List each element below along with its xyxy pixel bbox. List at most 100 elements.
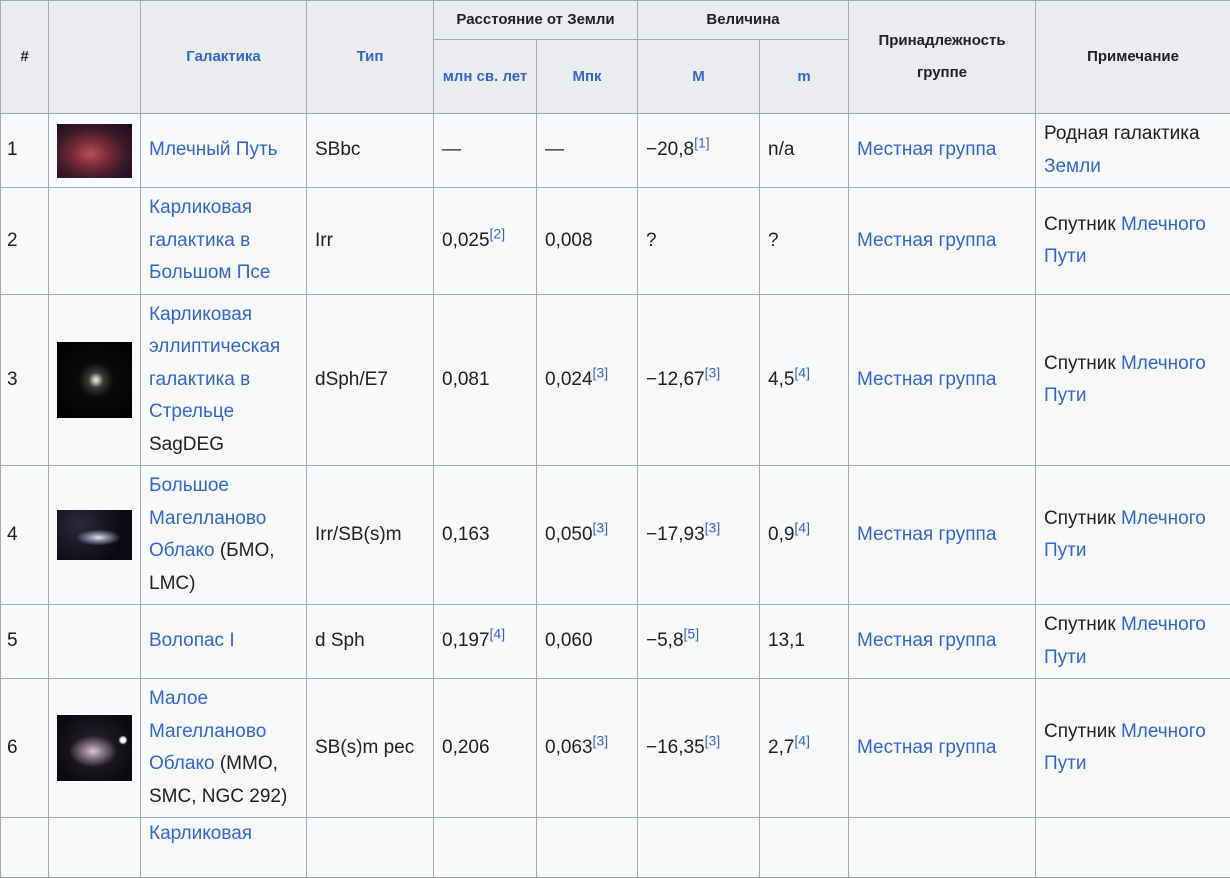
reference-link[interactable]: [4]: [490, 626, 506, 642]
reference-link[interactable]: [3]: [593, 519, 609, 535]
type-cell: d Sph: [307, 605, 434, 679]
note-cell: Родная галактика Земли: [1036, 114, 1230, 188]
row-image-cell: [49, 295, 141, 466]
row-image-cell: [49, 679, 141, 818]
mly-cell: 0,197[4]: [434, 605, 537, 679]
group-cell: Местная группа: [849, 114, 1036, 188]
row-number: 1: [1, 114, 49, 188]
reference-link[interactable]: [3]: [705, 732, 721, 748]
galaxies-table: # Галактика Тип Расстояние от Земли Вели…: [0, 0, 1230, 878]
galaxy-cell: Карликовая эллиптическая галактика в Стр…: [141, 295, 307, 466]
type-cell: SBbc: [307, 114, 434, 188]
reference-link[interactable]: [2]: [490, 225, 506, 241]
galaxy-link[interactable]: Волопас I: [149, 630, 235, 651]
galaxy-cell: Млечный Путь: [141, 114, 307, 188]
app-magnitude-cell: 4,5[4]: [760, 295, 849, 466]
lmc-thumbnail[interactable]: [57, 510, 132, 560]
table-row: 4 Большое Магелланово Облако (БМО, LMC) …: [1, 466, 1230, 605]
header-mpc[interactable]: Мпк: [537, 40, 638, 114]
type-cell: dSph/E7: [307, 295, 434, 466]
group-link[interactable]: Местная группа: [857, 139, 996, 160]
galaxy-cell: Карликовая галактика в Большом Псе: [141, 188, 307, 295]
type-cell: [307, 818, 434, 878]
header-abs-magnitude[interactable]: M: [638, 40, 760, 114]
table-row: 1 Млечный Путь SBbc — — −20,8[1] n/a Мес…: [1, 114, 1230, 188]
sagdeg-thumbnail[interactable]: [57, 342, 132, 418]
reference-link[interactable]: [3]: [705, 364, 721, 380]
app-magnitude-cell: n/a: [760, 114, 849, 188]
galaxy-link[interactable]: Карликовая: [149, 823, 252, 844]
group-cell: Местная группа: [849, 466, 1036, 605]
app-magnitude-cell: 2,7[4]: [760, 679, 849, 818]
galaxy-cell: Волопас I: [141, 605, 307, 679]
row-image-cell: [49, 466, 141, 605]
header-number: #: [1, 1, 49, 114]
reference-link[interactable]: [3]: [593, 732, 609, 748]
galaxy-link[interactable]: Карликовая галактика в Большом Псе: [149, 197, 270, 283]
row-number: 3: [1, 295, 49, 466]
table-row: 6 Малое Магелланово Облако (ММО, SMC, NG…: [1, 679, 1230, 818]
abs-magnitude-cell: −20,8[1]: [638, 114, 760, 188]
row-image-cell: [49, 605, 141, 679]
mpc-cell: 0,063[3]: [537, 679, 638, 818]
milky-way-thumbnail[interactable]: [57, 124, 132, 178]
row-number: 5: [1, 605, 49, 679]
table-row: 2 Карликовая галактика в Большом Псе Irr…: [1, 188, 1230, 295]
header-image: [49, 1, 141, 114]
group-link[interactable]: Местная группа: [857, 524, 996, 545]
group-cell: Местная группа: [849, 188, 1036, 295]
abs-magnitude-cell: −12,67[3]: [638, 295, 760, 466]
table-row: Карликовая: [1, 818, 1230, 878]
header-note: Примечание: [1036, 1, 1230, 114]
reference-link[interactable]: [4]: [794, 364, 810, 380]
app-magnitude-cell: [760, 818, 849, 878]
header-distance: Расстояние от Земли: [434, 1, 638, 40]
mpc-cell: 0,024[3]: [537, 295, 638, 466]
reference-link[interactable]: [4]: [794, 732, 810, 748]
group-link[interactable]: Местная группа: [857, 737, 996, 758]
header-mly[interactable]: млн св. лет: [434, 40, 537, 114]
group-link[interactable]: Местная группа: [857, 230, 996, 251]
app-magnitude-cell: 13,1: [760, 605, 849, 679]
mpc-cell: 0,060: [537, 605, 638, 679]
mpc-cell: —: [537, 114, 638, 188]
reference-link[interactable]: [5]: [684, 626, 700, 642]
note-link[interactable]: Земли: [1044, 156, 1101, 177]
abs-magnitude-cell: −17,93[3]: [638, 466, 760, 605]
galaxy-link[interactable]: Млечный Путь: [149, 139, 278, 160]
abs-magnitude-cell: ?: [638, 188, 760, 295]
app-magnitude-cell: 0,9[4]: [760, 466, 849, 605]
galaxy-cell: Малое Магелланово Облако (ММО, SMC, NGC …: [141, 679, 307, 818]
group-cell: [849, 818, 1036, 878]
row-image-cell: [49, 114, 141, 188]
mly-cell: —: [434, 114, 537, 188]
table-row: 3 Карликовая эллиптическая галактика в С…: [1, 295, 1230, 466]
group-cell: Местная группа: [849, 679, 1036, 818]
header-type[interactable]: Тип: [307, 1, 434, 114]
note-cell: Спутник Млечного Пути: [1036, 466, 1230, 605]
abs-magnitude-cell: [638, 818, 760, 878]
group-link[interactable]: Местная группа: [857, 630, 996, 651]
group-cell: Местная группа: [849, 605, 1036, 679]
type-cell: Irr: [307, 188, 434, 295]
header-magnitude: Величина: [638, 1, 849, 40]
reference-link[interactable]: [3]: [593, 364, 609, 380]
row-number: 2: [1, 188, 49, 295]
note-cell: [1036, 818, 1230, 878]
smc-thumbnail[interactable]: [57, 715, 132, 781]
reference-link[interactable]: [4]: [794, 519, 810, 535]
row-image-cell: [49, 818, 141, 878]
note-cell: Спутник Млечного Пути: [1036, 188, 1230, 295]
mpc-cell: [537, 818, 638, 878]
header-app-magnitude[interactable]: m: [760, 40, 849, 114]
galaxy-link[interactable]: Карликовая эллиптическая галактика в Стр…: [149, 304, 280, 423]
note-cell: Спутник Млечного Пути: [1036, 295, 1230, 466]
table-row: 5 Волопас I d Sph 0,197[4] 0,060 −5,8[5]…: [1, 605, 1230, 679]
header-galaxy[interactable]: Галактика: [141, 1, 307, 114]
mpc-cell: 0,050[3]: [537, 466, 638, 605]
reference-link[interactable]: [1]: [694, 135, 710, 151]
mpc-cell: 0,008: [537, 188, 638, 295]
group-link[interactable]: Местная группа: [857, 369, 996, 390]
reference-link[interactable]: [3]: [705, 519, 721, 535]
mly-cell: 0,025[2]: [434, 188, 537, 295]
